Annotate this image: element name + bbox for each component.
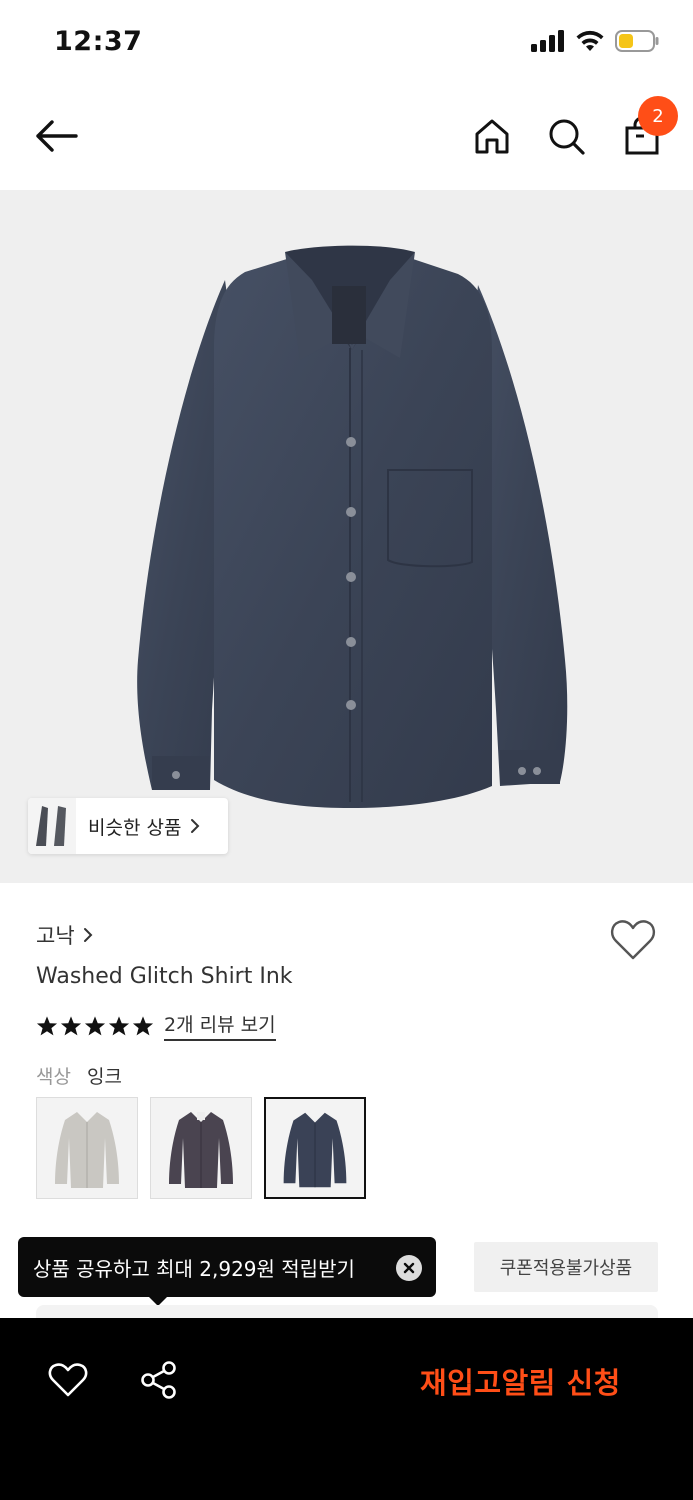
color-swatch-charcoal[interactable] <box>150 1097 252 1199</box>
heart-icon[interactable] <box>48 1362 88 1398</box>
color-label: 색상 <box>36 1066 71 1088</box>
color-swatch-ink[interactable] <box>264 1097 366 1199</box>
back-arrow-icon[interactable] <box>32 116 80 156</box>
brand-link[interactable]: 고낙 <box>36 920 93 950</box>
top-nav <box>0 88 693 190</box>
status-icons <box>531 30 659 52</box>
bottom-action-bar: 재입고알림 신청 <box>0 1318 693 1500</box>
rating-stars <box>36 1015 154 1037</box>
similar-products-label: 비슷한 상품 <box>88 816 182 839</box>
color-swatches <box>36 1097 366 1199</box>
battery-icon <box>615 30 659 52</box>
restock-alert-button[interactable]: 재입고알림 신청 <box>420 1360 621 1402</box>
cart-count-badge: 2 <box>638 96 678 136</box>
star-icon <box>84 1015 106 1035</box>
rating-row: 2개 리뷰 보기 <box>36 1010 276 1041</box>
cellular-signal-icon <box>531 30 564 52</box>
view-reviews-link[interactable]: 2개 리뷰 보기 <box>164 1010 276 1041</box>
color-row: 색상 잉크 <box>36 1062 122 1089</box>
brand-name: 고낙 <box>36 924 75 948</box>
color-value: 잉크 <box>87 1066 122 1088</box>
product-image[interactable]: 비슷한 상품 <box>0 190 693 883</box>
product-name: Washed Glitch Shirt Ink <box>36 964 293 989</box>
star-icon <box>60 1015 82 1035</box>
home-icon[interactable] <box>472 116 512 156</box>
shirt-illustration <box>137 245 568 808</box>
wifi-icon <box>576 30 604 51</box>
star-icon <box>36 1015 58 1035</box>
search-icon[interactable] <box>546 116 586 156</box>
status-time: 12:37 <box>54 26 143 57</box>
coupon-not-applicable-tag: 쿠폰적용불가상품 <box>474 1242 658 1292</box>
close-icon[interactable] <box>396 1255 422 1281</box>
tooltip-text: 상품 공유하고 최대 2,929원 적립받기 <box>33 1256 355 1281</box>
chevron-right-icon <box>191 819 200 833</box>
star-icon <box>132 1015 154 1035</box>
similar-product-thumbnail <box>28 798 76 854</box>
similar-products-button[interactable]: 비슷한 상품 <box>28 798 228 854</box>
share-icon[interactable] <box>140 1360 178 1400</box>
status-bar: 12:37 <box>0 0 693 88</box>
star-icon <box>108 1015 130 1035</box>
color-swatch-gray[interactable] <box>36 1097 138 1199</box>
chevron-right-icon <box>83 928 93 942</box>
wishlist-heart-icon[interactable] <box>610 918 656 962</box>
share-reward-tooltip[interactable]: 상품 공유하고 최대 2,929원 적립받기 <box>18 1237 436 1297</box>
